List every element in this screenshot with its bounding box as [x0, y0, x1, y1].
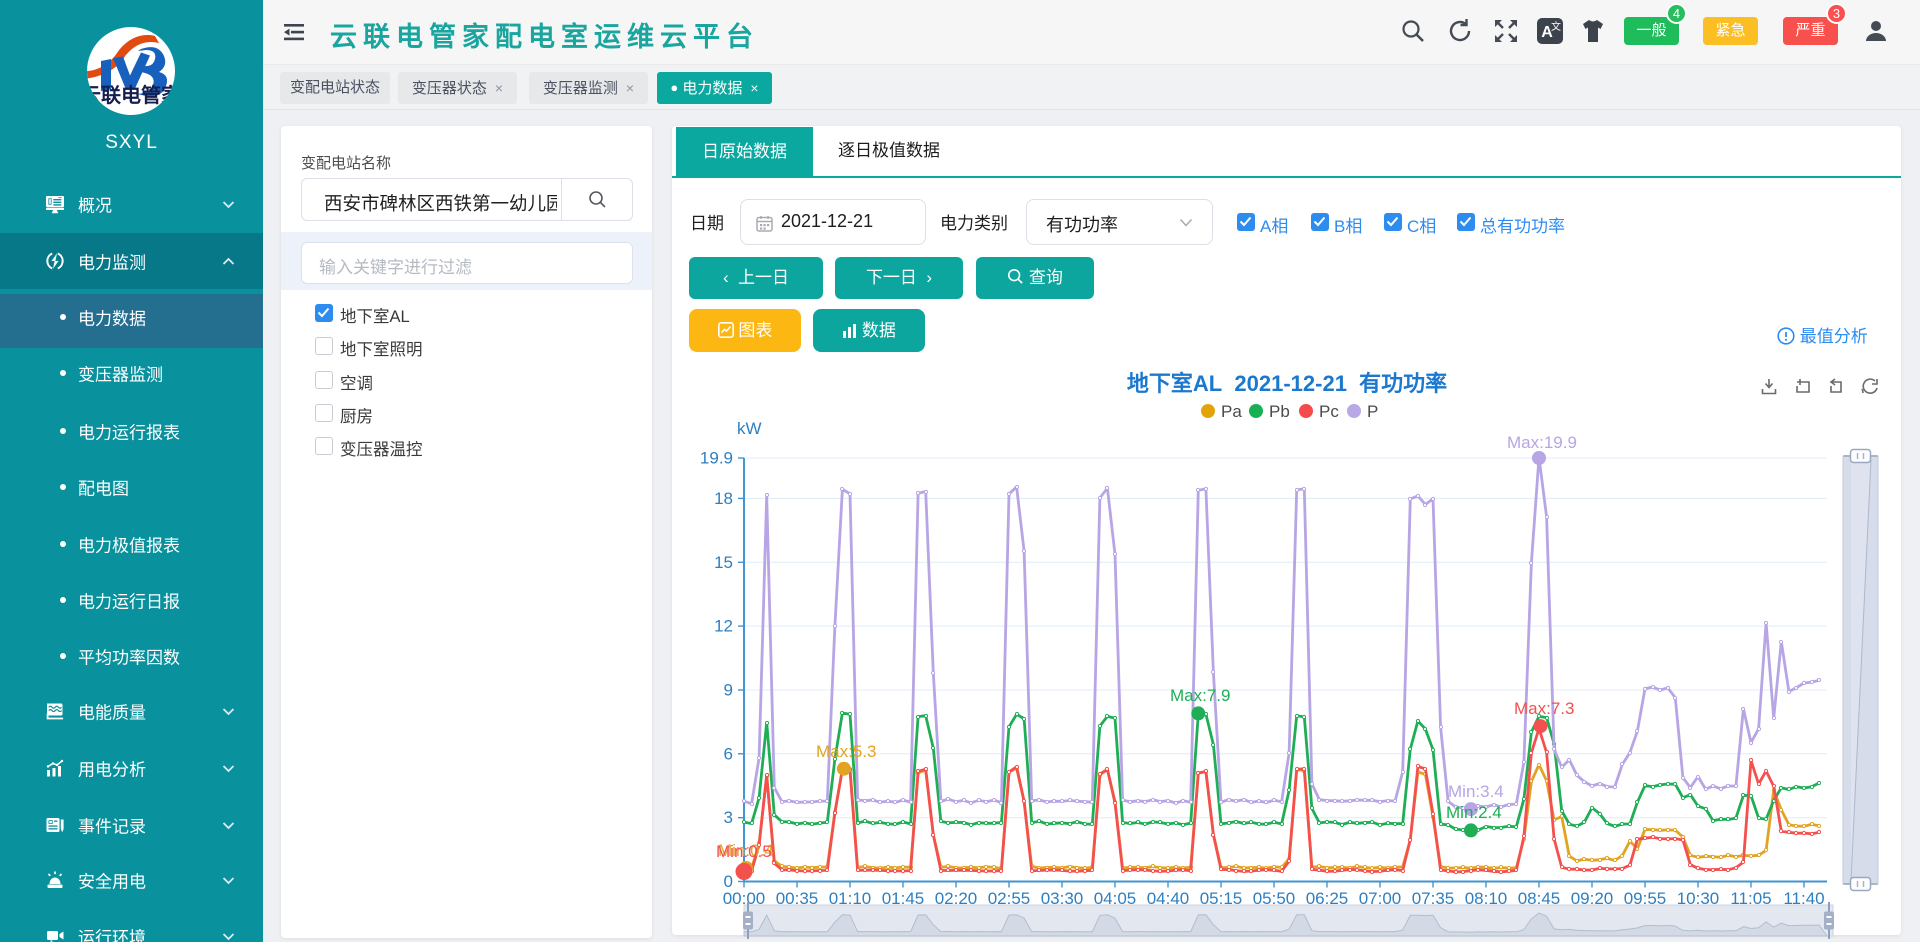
- svg-text:19.9: 19.9: [700, 449, 733, 468]
- svg-text:Pb: Pb: [1269, 402, 1290, 421]
- svg-text:9: 9: [724, 681, 733, 700]
- svg-text:Pa: Pa: [1221, 402, 1242, 421]
- svg-text:地下室AL 2021-12-21 有功功率: 地下室AL 2021-12-21 有功功率: [1127, 371, 1447, 396]
- svg-text:3: 3: [724, 808, 733, 827]
- svg-text:Pc: Pc: [1319, 402, 1339, 421]
- svg-text:云联电管家: 云联电管家: [87, 83, 175, 107]
- svg-text:18: 18: [714, 489, 733, 508]
- svg-text:Max:7.3: Max:7.3: [1514, 699, 1574, 718]
- svg-text:Max:5.3: Max:5.3: [816, 742, 876, 761]
- svg-text:Max:7.9: Max:7.9: [1170, 686, 1230, 705]
- svg-text:文: 文: [1551, 20, 1561, 33]
- svg-text:Max:19.9: Max:19.9: [1507, 433, 1577, 452]
- svg-text:15: 15: [714, 553, 733, 572]
- svg-text:6: 6: [724, 744, 733, 763]
- svg-text:Min:3.4: Min:3.4: [1448, 782, 1504, 801]
- svg-text:Min:2.4: Min:2.4: [1446, 803, 1502, 822]
- svg-text:12: 12: [714, 617, 733, 636]
- svg-text:P: P: [1367, 402, 1378, 421]
- svg-text:Min:0.5: Min:0.5: [716, 842, 772, 861]
- svg-text:kW: kW: [737, 419, 762, 438]
